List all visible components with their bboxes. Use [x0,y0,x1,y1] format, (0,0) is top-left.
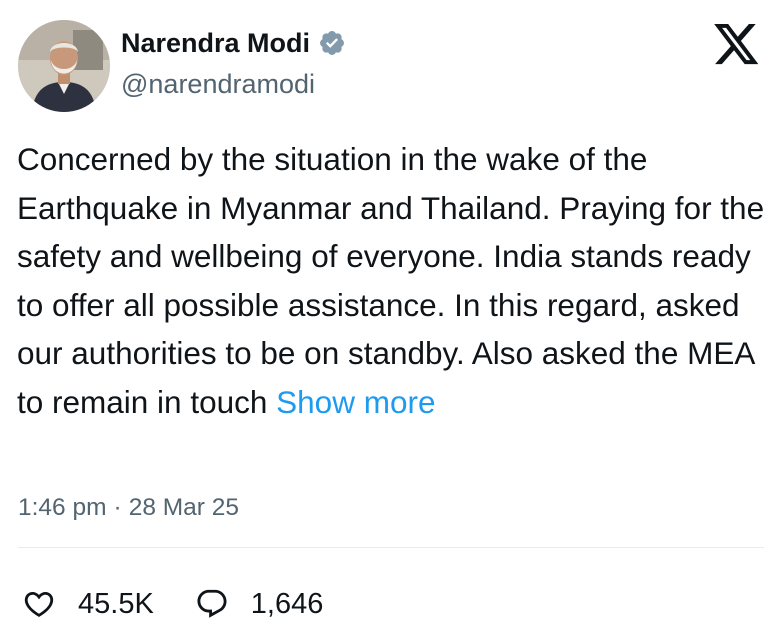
x-logo-icon[interactable] [714,24,760,68]
reply-button[interactable]: 1,646 [195,582,324,626]
like-count: 45.5K [78,588,154,620]
tweet-card: Narendra Modi @narendramodi Concerned by… [0,0,776,642]
reply-bubble-icon [195,587,229,621]
show-more-link[interactable]: Show more [276,384,435,420]
tweet-text: Concerned by the situation in the wake o… [17,135,767,427]
divider [18,547,764,548]
meta-separator: · [113,494,122,521]
author-name-row: Narendra Modi [121,25,346,61]
author-avatar[interactable] [18,20,110,112]
heart-icon [22,587,56,621]
author-display-name[interactable]: Narendra Modi [121,25,310,61]
verified-badge-icon [318,29,346,57]
tweet-time: 1:46 pm [18,494,107,521]
tweet-date: 28 Mar 25 [128,494,240,521]
tweet-actions: 45.5K 1,646 [22,582,323,626]
like-button[interactable]: 45.5K [22,582,154,626]
tweet-body: Concerned by the situation in the wake o… [17,141,765,420]
author-handle[interactable]: @narendramodi [121,66,315,102]
tweet-timestamp[interactable]: 1:46 pm · 28 Mar 25 [18,490,239,526]
reply-count: 1,646 [250,588,324,620]
profile-photo-icon [18,20,110,112]
